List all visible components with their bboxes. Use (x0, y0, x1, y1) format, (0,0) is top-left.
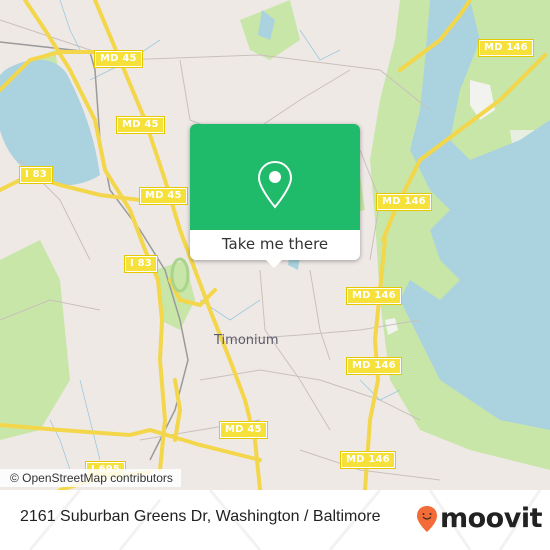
place-label-timonium: Timonium (214, 333, 279, 348)
location-popup: Take me there (190, 124, 360, 268)
road-shield-md146: MD 146 (478, 39, 534, 57)
road-shield-md45: MD 45 (94, 50, 143, 68)
road-shield-i83: I 83 (124, 255, 158, 273)
road-shield-i83: I 83 (19, 166, 53, 184)
road-shield-md146: MD 146 (340, 451, 396, 469)
road-shield-md45: MD 45 (139, 187, 188, 205)
map-view[interactable]: MD 45 MD 45 MD 45 MD 45 I 83 I 83 I 695 … (0, 0, 550, 490)
road-shield-md45: MD 45 (116, 116, 165, 134)
road-shield-md146: MD 146 (376, 193, 432, 211)
footer-bar: 2161 Suburban Greens Dr, Washington / Ba… (0, 490, 550, 550)
popup-pointer (266, 260, 282, 268)
popup-header (190, 124, 360, 230)
map-attribution[interactable]: © OpenStreetMap contributors (0, 469, 181, 487)
moovit-pin-icon (417, 506, 437, 532)
road-shield-md45: MD 45 (219, 421, 268, 439)
moovit-logo[interactable]: moovit (416, 503, 543, 534)
moovit-wordmark: moovit (440, 503, 543, 534)
map-pin-icon (257, 160, 293, 209)
road-shield-md146: MD 146 (346, 287, 402, 305)
take-me-there-button[interactable]: Take me there (190, 230, 360, 260)
road-shield-md146: MD 146 (346, 357, 402, 375)
address-text: 2161 Suburban Greens Dr, Washington / Ba… (20, 508, 381, 525)
